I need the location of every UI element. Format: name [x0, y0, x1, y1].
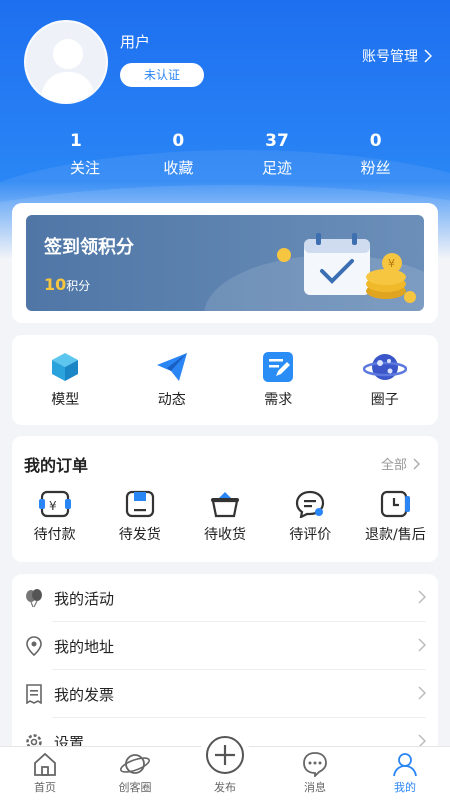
quick-item-model[interactable]: 模型 [12, 335, 119, 425]
quick-entry-card: 模型 动态 需求 圈子 [12, 335, 438, 425]
order-refund[interactable]: 退款/售后 [353, 490, 438, 544]
verify-status-badge[interactable]: 未认证 [120, 63, 204, 87]
tab-label: 我的 [394, 781, 416, 794]
balloon-icon [26, 589, 42, 608]
message-icon [303, 752, 327, 777]
stat-value: 0 [369, 131, 382, 151]
menu-item-invoice[interactable]: 我的发票 [12, 670, 438, 718]
quick-item-label: 需求 [264, 392, 293, 408]
menu-item-label: 我的活动 [54, 589, 115, 608]
user-icon [393, 753, 417, 777]
order-pending-review[interactable]: 待评价 [268, 490, 353, 544]
view-all-label: 全部 [380, 458, 407, 473]
stat-favorites[interactable]: 0 收藏 [129, 131, 228, 178]
tab-label: 消息 [304, 781, 326, 794]
order-status-row: ¥ 待付款 待发货 待收货 待评价 退款/售后 [12, 490, 438, 544]
quick-item-dynamic[interactable]: 动态 [119, 335, 226, 425]
chevron-right-icon [418, 638, 426, 652]
invoice-icon [26, 684, 42, 704]
order-pending-payment[interactable]: ¥ 待付款 [12, 490, 97, 544]
order-status-label: 待收货 [204, 527, 246, 543]
signin-card: 签到领积分 10积分 ¥ [12, 203, 438, 323]
tab-home[interactable]: 首页 [0, 747, 90, 800]
account-manage-label: 账号管理 [362, 49, 418, 65]
refund-icon [381, 490, 411, 518]
plus-icon [206, 736, 244, 774]
account-manage-link[interactable]: 账号管理 [362, 46, 432, 66]
stat-value: 37 [265, 131, 289, 151]
default-avatar-icon [40, 39, 96, 102]
quick-item-demand[interactable]: 需求 [225, 335, 332, 425]
comment-icon [296, 490, 325, 518]
box-icon [125, 490, 154, 518]
edit-note-icon [263, 352, 294, 382]
chevron-right-icon [418, 686, 426, 700]
signin-title: 签到领积分 [44, 237, 134, 258]
points-unit: 积分 [66, 279, 91, 293]
tab-mine[interactable]: 我的 [360, 747, 450, 800]
tab-label: 首页 [34, 781, 56, 794]
tab-label: 发布 [214, 781, 236, 794]
quick-item-circle[interactable]: 圈子 [332, 335, 439, 425]
signin-banner[interactable]: 签到领积分 10积分 ¥ [26, 215, 424, 311]
order-status-label: 退款/售后 [365, 527, 426, 543]
calendar-coins-icon: ¥ [277, 233, 416, 303]
chevron-right-icon [424, 49, 432, 63]
orders-card: 我的订单 全部 ¥ 待付款 待发货 待收货 待评价 退款/售后 [12, 436, 438, 562]
avatar[interactable] [24, 20, 108, 104]
quick-item-label: 模型 [51, 392, 80, 408]
stat-following[interactable]: 1 关注 [25, 131, 129, 178]
planet-icon [120, 754, 150, 774]
menu-item-label: 我的发票 [54, 685, 115, 704]
order-status-label: 待评价 [289, 527, 332, 543]
order-pending-receipt[interactable]: 待收货 [182, 490, 267, 544]
svg-text:¥: ¥ [49, 499, 57, 513]
svg-text:¥: ¥ [388, 257, 395, 270]
menu-item-activities[interactable]: 我的活动 [12, 574, 438, 622]
chevron-right-icon [418, 590, 426, 604]
order-pending-shipment[interactable]: 待发货 [97, 490, 182, 544]
points-value: 10 [44, 275, 67, 294]
signin-points: 10积分 [44, 275, 90, 294]
tab-messages[interactable]: 消息 [270, 747, 360, 800]
chevron-right-icon [413, 458, 420, 469]
stat-label: 足迹 [262, 159, 293, 177]
payment-icon: ¥ [38, 490, 71, 518]
menu-item-address[interactable]: 我的地址 [12, 622, 438, 670]
quick-item-label: 圈子 [370, 392, 399, 408]
menu-item-label: 我的地址 [54, 637, 115, 656]
orders-title: 我的订单 [24, 456, 89, 475]
stat-fans[interactable]: 0 粉丝 [326, 131, 425, 178]
stat-label: 关注 [70, 159, 101, 177]
quick-item-label: 动态 [157, 392, 186, 408]
tab-maker-circle[interactable]: 创客圈 [90, 747, 180, 800]
stat-label: 粉丝 [360, 159, 391, 177]
tab-label: 创客圈 [118, 781, 152, 794]
planet-icon [362, 354, 407, 380]
stat-footprints[interactable]: 37 足迹 [228, 131, 327, 178]
cube-icon [52, 353, 79, 381]
home-icon [34, 752, 56, 776]
stat-value: 0 [172, 131, 185, 151]
publish-button[interactable] [200, 730, 250, 780]
orders-view-all[interactable]: 全部 [381, 454, 420, 473]
basket-icon [211, 492, 239, 518]
stat-label: 收藏 [163, 159, 194, 177]
order-status-label: 待发货 [118, 527, 161, 543]
stats-row: 1 关注 0 收藏 37 足迹 0 粉丝 [25, 131, 425, 178]
username: 用户 [120, 33, 151, 51]
location-icon [26, 636, 42, 656]
paper-plane-icon [156, 353, 187, 381]
stat-value: 1 [70, 131, 82, 151]
order-status-label: 待付款 [33, 527, 76, 543]
